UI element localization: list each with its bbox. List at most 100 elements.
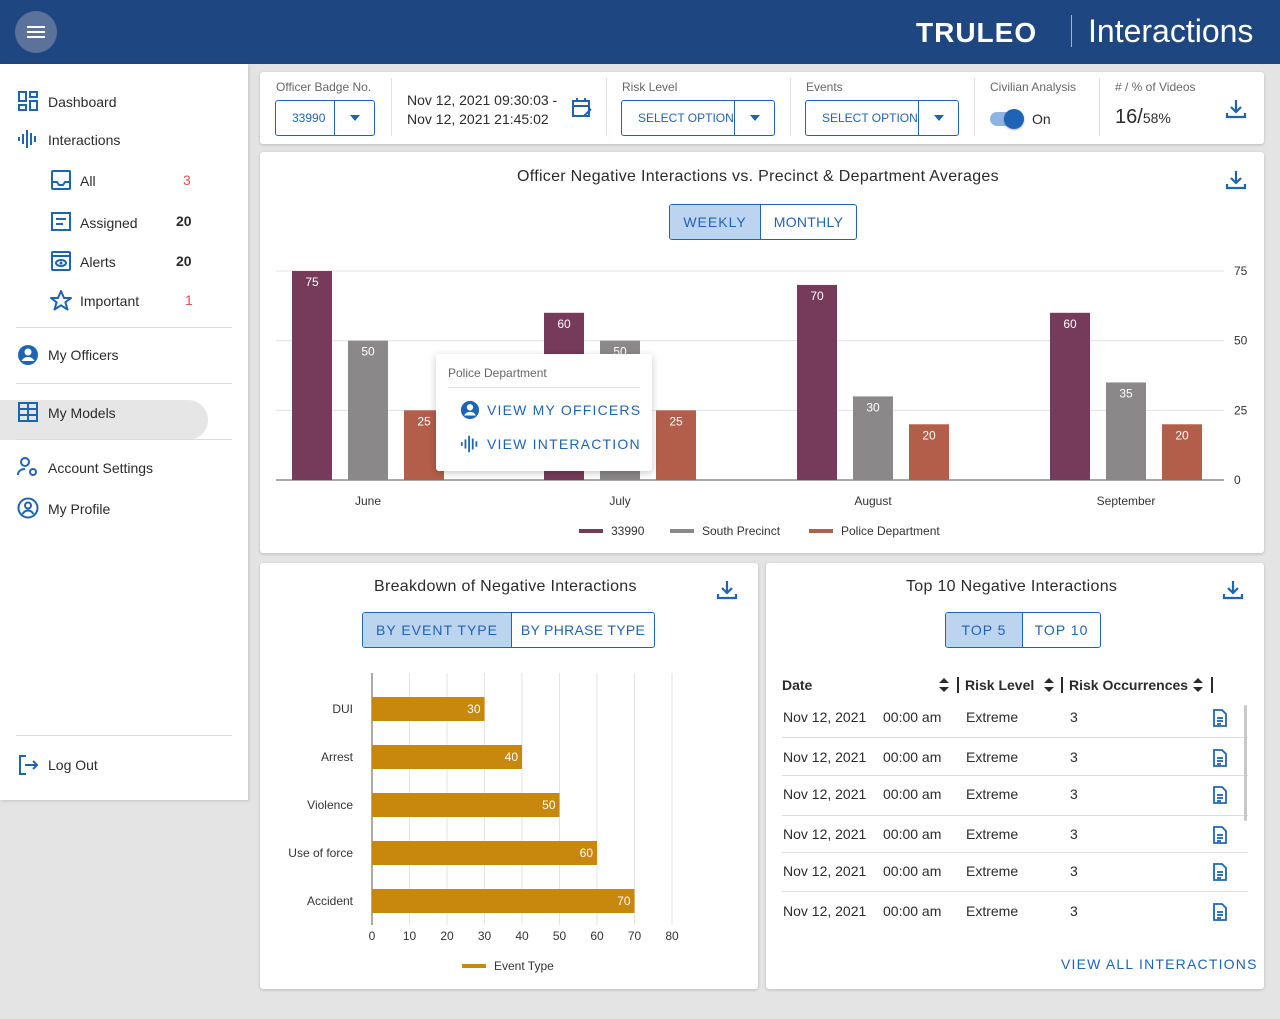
row-date: Nov 12, 2021 [783, 826, 867, 842]
sidebar-item-assigned[interactable]: Assigned 20 [50, 210, 192, 232]
sidebar-item-label: Important [80, 293, 140, 309]
sort-icon[interactable] [937, 677, 951, 693]
svg-text:TRULEO: TRULEO [916, 17, 1037, 47]
view-all-interactions-link[interactable]: VIEW ALL INTERACTIONS [1061, 956, 1258, 972]
document-icon[interactable] [1212, 863, 1228, 881]
sidebar-item-account-settings[interactable]: Account Settings [17, 456, 153, 478]
document-icon[interactable] [1212, 903, 1228, 921]
videos-label: # / % of Videos [1115, 80, 1196, 94]
main-chart-title: Officer Negative Interactions vs. Precin… [517, 168, 999, 185]
document-icon[interactable] [1212, 749, 1228, 767]
sidebar-divider [16, 327, 232, 328]
row-occurrences: 3 [1070, 826, 1078, 842]
toggle-knob [1004, 109, 1024, 129]
y-tick-label: Accident [307, 894, 354, 908]
row-occurrences: 3 [1070, 786, 1078, 802]
sidebar-item-my-officers[interactable]: My Officers [17, 344, 119, 366]
col-occurrences-header[interactable]: Risk Occurrences [1069, 677, 1188, 693]
legend-swatch [809, 529, 833, 533]
y-tick-label: 75 [1234, 264, 1248, 278]
sidebar-item-my-profile[interactable]: My Profile [17, 497, 110, 519]
row-occurrences: 3 [1070, 749, 1078, 765]
events-select[interactable]: SELECT OPTION [805, 100, 959, 136]
bar-value-label: 50 [361, 345, 375, 359]
sort-icon[interactable] [1191, 677, 1205, 693]
by-phrase-type-toggle[interactable]: BY PHRASE TYPE [511, 613, 654, 647]
breakdown-toggle: BY EVENT TYPE BY PHRASE TYPE [362, 612, 655, 648]
sidebar-divider [16, 383, 232, 384]
document-icon[interactable] [1212, 709, 1228, 727]
row-occurrences: 3 [1070, 863, 1078, 879]
date-end: Nov 12, 2021 21:45:02 [407, 111, 549, 127]
legend-label: 33990 [611, 524, 645, 538]
menu-button[interactable] [15, 11, 57, 53]
calendar-edit-icon[interactable] [571, 97, 593, 119]
document-icon[interactable] [1212, 786, 1228, 804]
sort-icon[interactable] [1042, 677, 1056, 693]
row-time: 00:00 am [883, 749, 942, 765]
truleo-logo-mark: TRULEO [916, 17, 1037, 48]
account-circle-icon [18, 345, 38, 365]
bar-value-label: 50 [542, 798, 556, 812]
badge-value: 33990 [292, 111, 326, 125]
videos-count: 16/ [1115, 106, 1143, 128]
legend-swatch [670, 529, 694, 533]
chevron-down-icon [334, 101, 374, 135]
risk-label: Risk Level [622, 80, 678, 94]
by-event-type-toggle[interactable]: BY EVENT TYPE [363, 613, 511, 647]
civilian-toggle[interactable] [990, 109, 1024, 129]
dashboard-icon [18, 91, 38, 111]
main-bar-chart: 0255075June755025July605025August703020S… [276, 264, 1248, 538]
bar-value-label: 30 [866, 400, 880, 414]
all-count: 3 [183, 172, 191, 188]
legend-swatch [462, 964, 486, 968]
x-tick-label: 60 [590, 929, 604, 943]
assigned-count: 20 [176, 213, 192, 229]
bar-value-label: 75 [305, 275, 319, 289]
bar-value-label: 25 [417, 414, 431, 428]
row-divider [782, 737, 1248, 738]
row-date: Nov 12, 2021 [783, 903, 867, 919]
risk-level-select[interactable]: SELECT OPTION [621, 100, 775, 136]
sidebar-item-dashboard[interactable]: Dashboard [17, 90, 117, 112]
download-icon[interactable] [1224, 168, 1248, 192]
popup-header: Police Department [448, 366, 547, 380]
view-interaction-label: VIEW INTERACTION [487, 436, 641, 452]
event-type-bar-chart: 0 10 20 30 40 50 60 70 80 DUI 30 Arrest 40 Violence 50… [288, 673, 679, 973]
x-tick-label: 70 [628, 929, 642, 943]
sidebar-item-label: Log Out [48, 757, 98, 773]
sidebar-item-important[interactable]: Important 1 [49, 289, 193, 313]
weekly-toggle[interactable]: WEEKLY [670, 205, 760, 239]
monthly-toggle[interactable]: MONTHLY [760, 205, 856, 239]
col-date-header[interactable]: Date [782, 677, 812, 693]
row-date: Nov 12, 2021 [783, 709, 867, 725]
sidebar-item-interactions[interactable]: Interactions [17, 128, 120, 150]
document-icon[interactable] [1212, 826, 1228, 844]
sidebar-item-my-models[interactable]: My Models [17, 401, 116, 423]
x-tick-label: 0 [369, 929, 376, 943]
view-my-officers-button[interactable]: VIEW MY OFFICERS [460, 400, 641, 420]
view-interaction-button[interactable]: VIEW INTERACTION [460, 434, 641, 454]
x-tick-label: September [1097, 494, 1156, 508]
row-risk-level: Extreme [966, 903, 1019, 919]
table-scrollbar[interactable] [1244, 705, 1247, 821]
download-icon[interactable] [1224, 97, 1248, 121]
col-risk-header[interactable]: Risk Level [965, 677, 1034, 693]
log-out-button[interactable]: Log Out [17, 754, 98, 776]
download-icon[interactable] [715, 578, 739, 602]
legend-swatch [579, 529, 603, 533]
x-tick-label: 20 [440, 929, 454, 943]
top5-toggle[interactable]: TOP 5 [946, 613, 1022, 647]
bar-33990 [1050, 312, 1090, 480]
bar-value-label: 25 [669, 414, 683, 428]
download-icon[interactable] [1221, 578, 1245, 602]
bar-event-type [372, 889, 635, 913]
sidebar: Dashboard Interactions All 3 Assigned 20… [0, 64, 248, 800]
filter-divider [790, 78, 791, 136]
sidebar-item-alerts[interactable]: Alerts 20 [50, 250, 192, 272]
top10-toggle[interactable]: TOP 10 [1022, 613, 1100, 647]
sidebar-item-label: Dashboard [48, 94, 117, 110]
models-icon [18, 402, 38, 422]
sidebar-item-all[interactable]: All 3 [50, 169, 191, 191]
badge-select[interactable]: 33990 [275, 100, 375, 136]
